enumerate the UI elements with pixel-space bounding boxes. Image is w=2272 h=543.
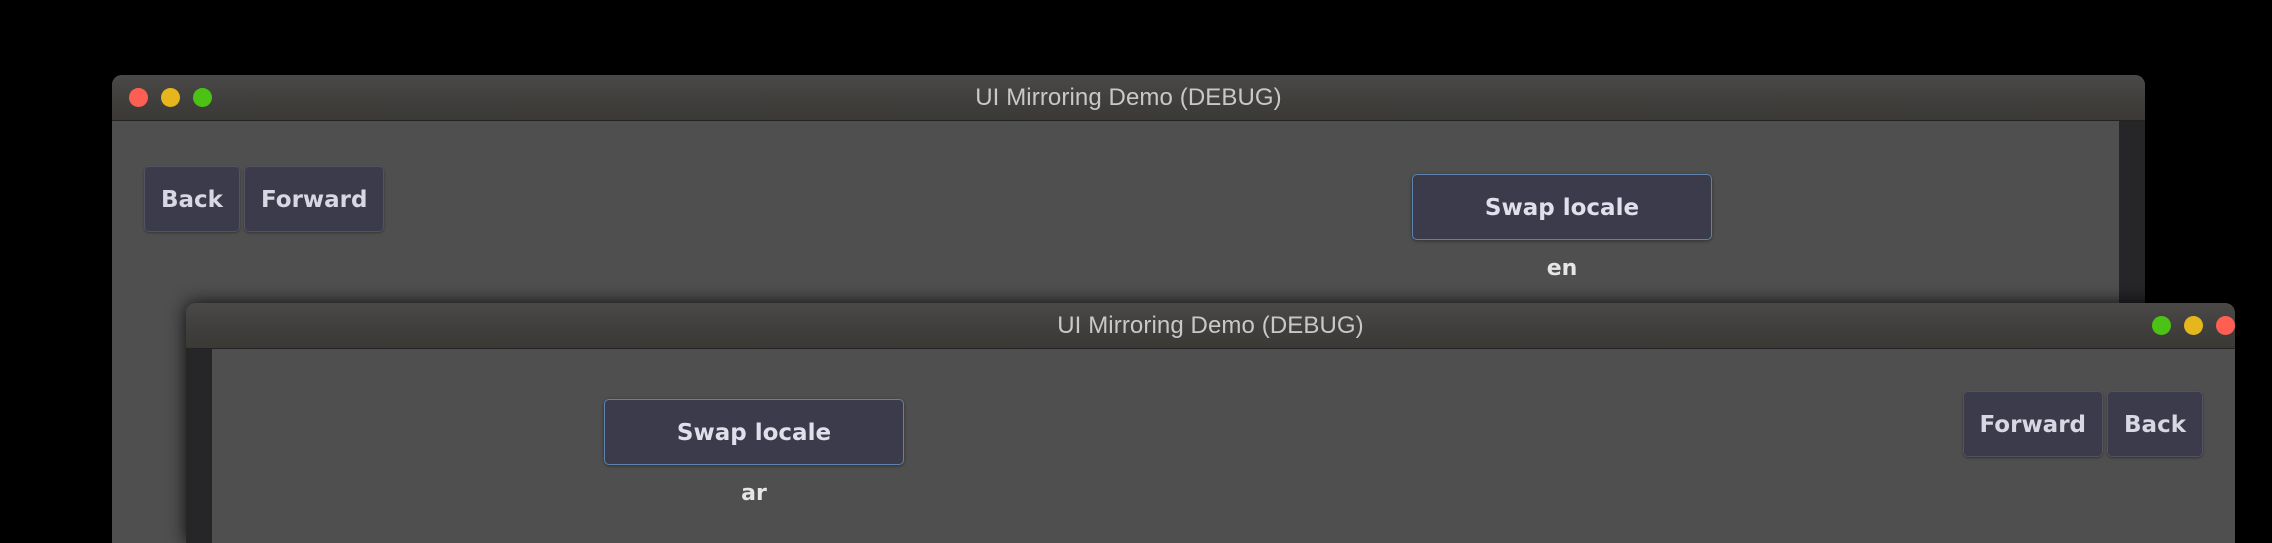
window-content-ar: Back Forward Swap locale ar [212, 349, 2235, 543]
current-locale-label: en [1546, 256, 1578, 281]
titlebar-en[interactable]: UI Mirroring Demo (DEBUG) [112, 75, 2145, 121]
nav-button-group-en: Back Forward [144, 166, 385, 232]
close-button-icon[interactable] [129, 88, 148, 107]
window-body-ar: Back Forward Swap locale ar [186, 349, 2235, 543]
nav-button-group-ar: Back Forward [1962, 391, 2203, 457]
traffic-light-group-ar [2152, 316, 2235, 335]
traffic-light-group-en [129, 88, 212, 107]
window-title-ar: UI Mirroring Demo (DEBUG) [1057, 311, 1364, 339]
forward-button[interactable]: Forward [1962, 391, 2104, 457]
zoom-button-icon[interactable] [2152, 316, 2171, 335]
locale-control-ar: Swap locale ar [604, 399, 904, 506]
minimize-button-icon[interactable] [2184, 316, 2203, 335]
vertical-scrollbar-ar[interactable] [186, 349, 212, 543]
minimize-button-icon[interactable] [161, 88, 180, 107]
back-button[interactable]: Back [144, 166, 240, 232]
swap-locale-button[interactable]: Swap locale [604, 399, 904, 465]
back-button[interactable]: Back [2107, 391, 2203, 457]
zoom-button-icon[interactable] [193, 88, 212, 107]
titlebar-ar[interactable]: UI Mirroring Demo (DEBUG) [186, 303, 2235, 349]
forward-button[interactable]: Forward [243, 166, 385, 232]
window-ar[interactable]: UI Mirroring Demo (DEBUG) Back Forward S… [186, 303, 2235, 543]
swap-locale-button[interactable]: Swap locale [1412, 174, 1712, 240]
close-button-icon[interactable] [2216, 316, 2235, 335]
window-title-en: UI Mirroring Demo (DEBUG) [975, 83, 1282, 111]
locale-control-en: Swap locale en [1412, 174, 1712, 281]
current-locale-label: ar [741, 481, 767, 506]
